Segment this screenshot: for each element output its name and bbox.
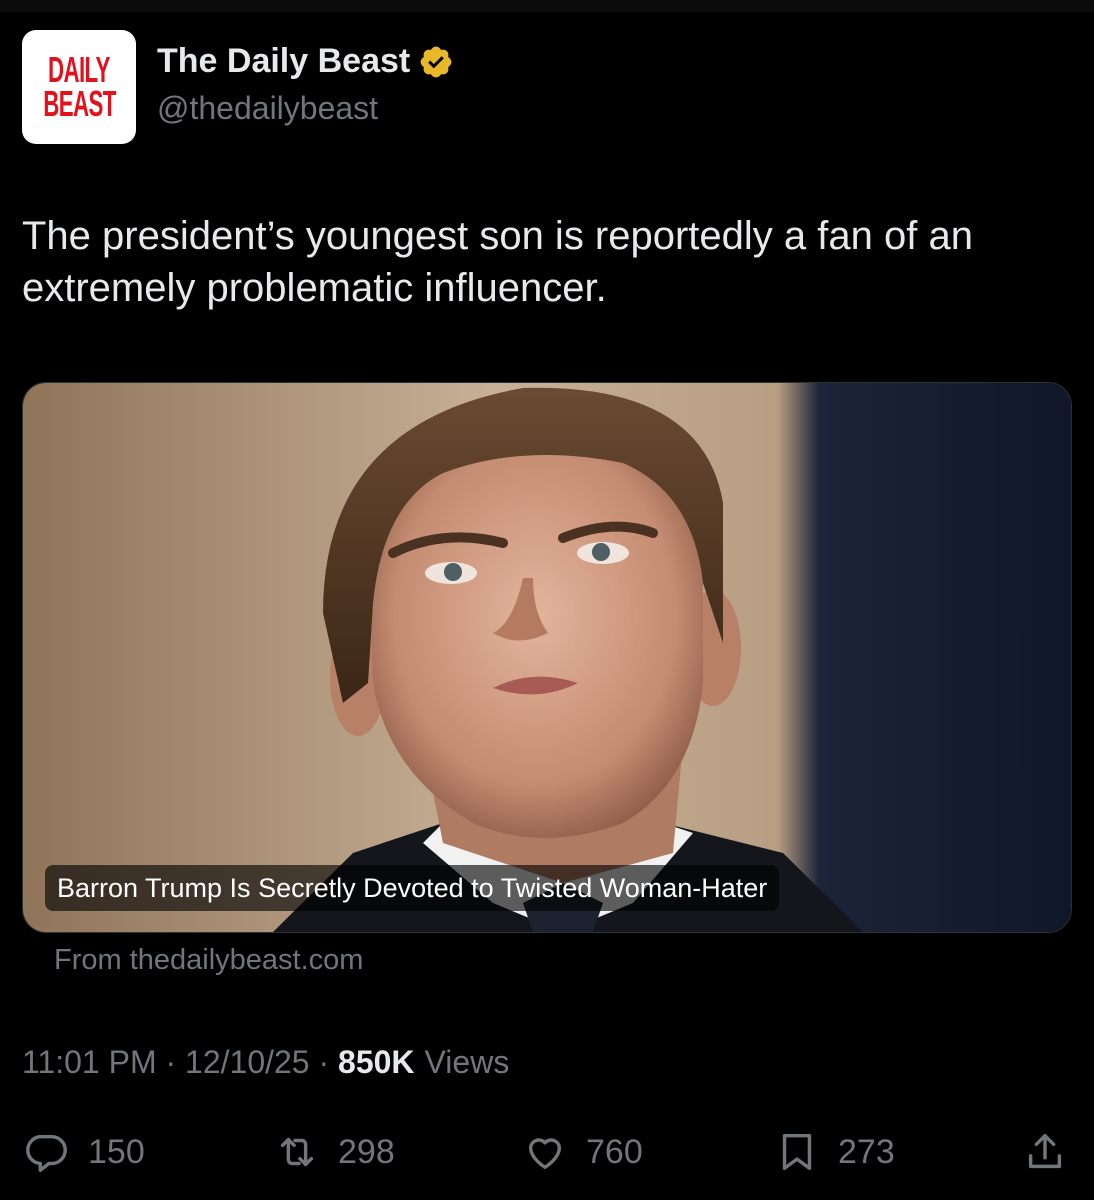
meta-separator-2: · [309,1044,339,1080]
repost-count: 298 [338,1132,395,1171]
heart-icon [528,1138,562,1170]
account-handle[interactable]: @thedailybeast [157,90,378,127]
meta-separator-1: · [156,1044,186,1080]
display-name[interactable]: The Daily Beast [157,42,410,81]
account-name-row[interactable]: The Daily Beast [157,42,454,81]
tweet-time[interactable]: 11:01 PM [22,1044,157,1081]
status-bar-strip [0,0,1094,12]
reply-button[interactable]: 150 [24,1120,145,1184]
bookmark-icon [782,1133,812,1171]
like-count: 760 [586,1132,643,1171]
avatar[interactable]: DAILY BEAST [22,30,136,144]
tweet-meta: 11:01 PM · 12/10/25 · 850K Views [22,1044,509,1081]
reply-icon [26,1134,67,1172]
views-label: Views [424,1044,510,1080]
logo-text-line2: BEAST [42,83,116,124]
tweet-date[interactable]: 12/10/25 [185,1044,310,1081]
like-button[interactable]: 760 [522,1120,643,1184]
bookmark-count: 273 [838,1132,895,1171]
bookmark-button[interactable]: 273 [774,1120,895,1184]
share-button[interactable] [1022,1120,1068,1184]
card-photo [23,383,1071,932]
share-icon [1028,1133,1062,1169]
action-bar: 150 298 760 273 [0,1120,1094,1184]
views-count: 850K [338,1044,415,1080]
verified-badge-icon [420,46,452,77]
logo-text-line1: DAILY [48,49,110,90]
card-source[interactable]: From thedailybeast.com [54,944,363,977]
repost-button[interactable]: 298 [274,1120,395,1184]
repost-icon [280,1137,314,1167]
link-card[interactable]: Barron Trump Is Secretly Devoted to Twis… [22,382,1072,933]
tweet-text: The president’s youngest son is reported… [22,214,973,310]
card-title[interactable]: Barron Trump Is Secretly Devoted to Twis… [45,865,780,911]
reply-count: 150 [88,1132,145,1171]
